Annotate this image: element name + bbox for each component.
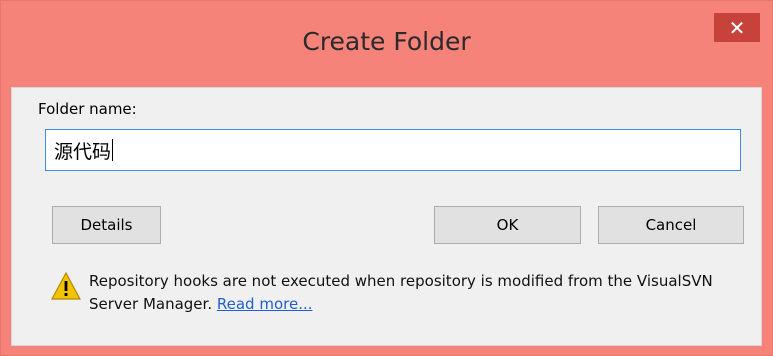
- close-icon: ✕: [728, 15, 746, 40]
- folder-name-input[interactable]: 源代码: [45, 129, 741, 171]
- read-more-link[interactable]: Read more...: [217, 295, 313, 313]
- create-folder-dialog: Create Folder ✕ Folder name: 源代码 Details…: [0, 0, 773, 356]
- dialog-title: Create Folder: [302, 27, 471, 56]
- close-button[interactable]: ✕: [714, 13, 760, 42]
- warning-text: Repository hooks are not executed when r…: [89, 272, 713, 313]
- warning-message: Repository hooks are not executed when r…: [89, 270, 754, 316]
- title-bar: Create Folder ✕: [1, 1, 772, 87]
- cancel-button[interactable]: Cancel: [598, 206, 744, 244]
- folder-name-label: Folder name:: [38, 100, 137, 118]
- warning-icon: [51, 271, 81, 300]
- ok-button[interactable]: OK: [434, 206, 581, 244]
- text-caret: [112, 139, 114, 161]
- folder-name-value: 源代码: [54, 140, 112, 163]
- details-button[interactable]: Details: [52, 206, 161, 244]
